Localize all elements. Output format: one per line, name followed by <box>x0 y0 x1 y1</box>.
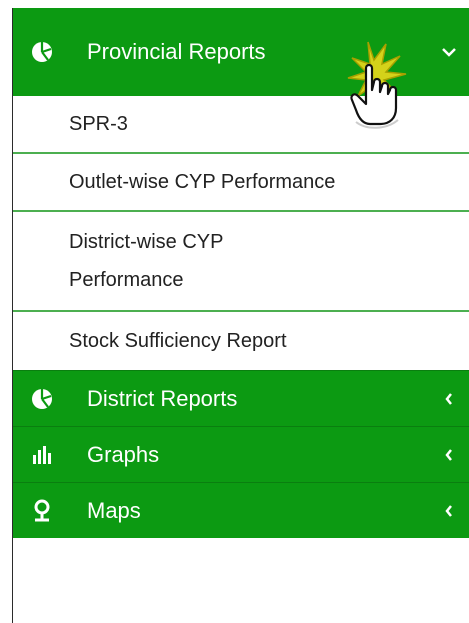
submenu-item-label: Outlet-wise CYP Performance <box>69 170 336 193</box>
submenu-item-district-wise-cyp[interactable]: District-wise CYP Performance <box>13 212 469 312</box>
sidebar-section-label: Maps <box>87 497 141 523</box>
provincial-reports-submenu: SPR-3 Outlet-wise CYP Performance Distri… <box>13 96 469 370</box>
submenu-item-outlet-wise-cyp[interactable]: Outlet-wise CYP Performance <box>13 154 469 212</box>
chevron-left-icon[interactable] <box>441 447 457 463</box>
sidebar-section-label: District Reports <box>87 385 238 411</box>
sidebar-section-label: Provincial Reports <box>87 39 266 64</box>
submenu-item-label: SPR-3 <box>69 112 128 135</box>
chevron-down-icon[interactable] <box>441 44 457 60</box>
chevron-left-icon[interactable] <box>441 503 457 519</box>
sidebar-section-graphs[interactable]: Graphs <box>13 426 469 482</box>
sidebar-section-maps[interactable]: Maps <box>13 482 469 538</box>
bar-chart-icon <box>30 443 54 467</box>
submenu-item-stock-sufficiency[interactable]: Stock Sufficiency Report <box>13 312 469 370</box>
map-pin-icon <box>30 499 54 523</box>
hand-cursor-icon <box>347 41 407 129</box>
submenu-item-label: District-wise CYP Performance <box>69 231 224 291</box>
sidebar-section-district-reports[interactable]: District Reports <box>13 370 469 426</box>
submenu-item-label: Stock Sufficiency Report <box>69 329 287 352</box>
pie-chart-icon <box>30 40 54 64</box>
chevron-left-icon[interactable] <box>441 391 457 407</box>
sidebar-section-label: Graphs <box>87 441 160 467</box>
pie-chart-icon <box>30 387 54 411</box>
